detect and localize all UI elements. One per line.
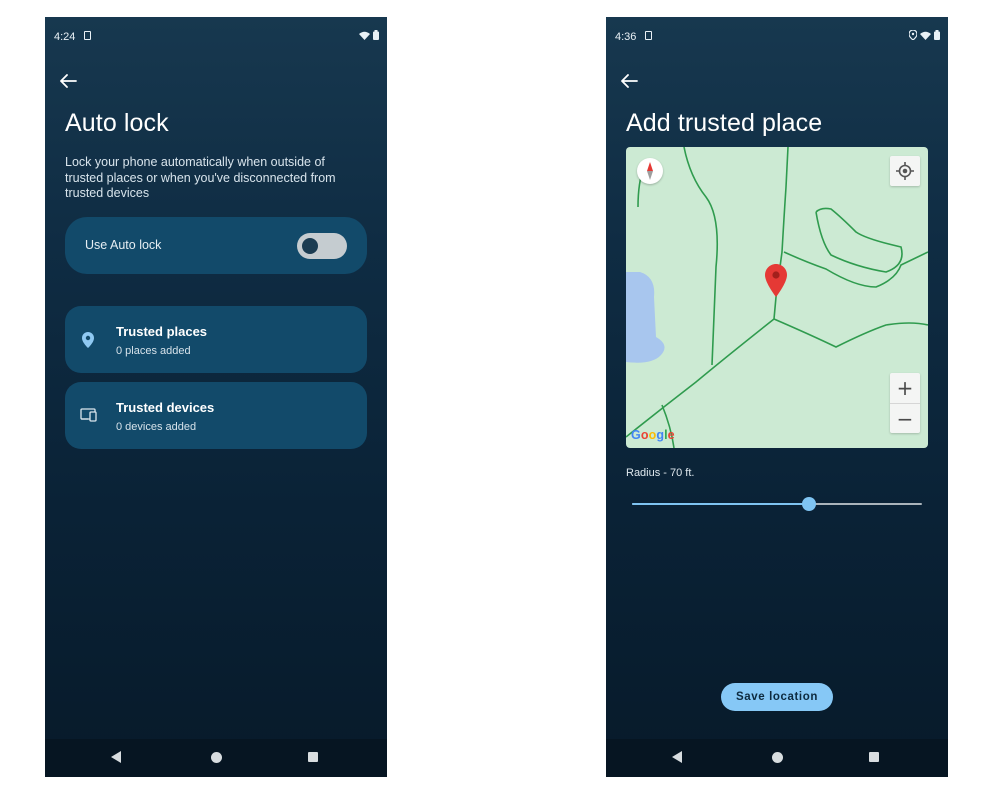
- status-bar: 4:24: [45, 27, 387, 47]
- radius-slider[interactable]: [632, 497, 922, 511]
- slider-fill: [632, 503, 809, 505]
- devices-icon: [80, 408, 97, 422]
- page-title: Add trusted place: [626, 109, 823, 137]
- map-view[interactable]: + − Google: [626, 147, 928, 448]
- location-status-icon: [909, 30, 917, 40]
- compass-icon[interactable]: [637, 158, 663, 184]
- nav-home-icon[interactable]: [211, 752, 222, 763]
- status-bar: 4:36: [606, 27, 948, 47]
- page-title: Auto lock: [65, 109, 169, 137]
- radius-label: Radius - 70 ft.: [626, 467, 695, 479]
- zoom-in-button[interactable]: +: [890, 373, 920, 403]
- nav-recents-icon[interactable]: [869, 752, 879, 762]
- nav-home-icon[interactable]: [772, 752, 783, 763]
- trusted-devices-card[interactable]: Trusted devices 0 devices added: [65, 382, 367, 449]
- sim-icon: [84, 31, 91, 40]
- trusted-devices-subtitle: 0 devices added: [116, 421, 197, 433]
- zoom-out-button[interactable]: −: [890, 403, 920, 434]
- status-time: 4:24: [54, 31, 76, 43]
- crosshair-icon: [896, 162, 914, 180]
- save-location-button[interactable]: Save location: [721, 683, 833, 711]
- compass-needle: [647, 162, 653, 180]
- battery-icon: [373, 30, 379, 40]
- status-icons: [359, 30, 379, 40]
- back-arrow-icon[interactable]: [59, 74, 77, 88]
- my-location-button[interactable]: [890, 156, 920, 186]
- status-icons: [909, 30, 940, 40]
- toggle-label: Use Auto lock: [85, 238, 162, 252]
- auto-lock-toggle-row[interactable]: Use Auto lock: [65, 217, 367, 274]
- navigation-bar: [45, 739, 387, 777]
- map-pin-icon[interactable]: [765, 264, 787, 297]
- navigation-bar: [606, 739, 948, 777]
- auto-lock-switch[interactable]: [297, 233, 347, 259]
- trusted-places-title: Trusted places: [116, 324, 208, 339]
- back-arrow-icon[interactable]: [620, 74, 638, 88]
- nav-back-icon[interactable]: [672, 751, 682, 763]
- page-description: Lock your phone automatically when outsi…: [65, 155, 336, 200]
- zoom-controls: + −: [890, 373, 920, 433]
- slider-thumb[interactable]: [801, 497, 816, 511]
- auto-lock-screen: 4:24 Auto lock Lock your phone automatic…: [45, 17, 387, 777]
- wifi-icon: [359, 31, 370, 40]
- location-pin-icon: [82, 332, 94, 348]
- sim-icon: [645, 31, 652, 40]
- nav-back-icon[interactable]: [111, 751, 121, 763]
- switch-knob: [302, 238, 318, 254]
- trusted-places-subtitle: 0 places added: [116, 345, 191, 357]
- battery-icon: [934, 30, 940, 40]
- map-roads: [626, 147, 928, 448]
- wifi-icon: [920, 31, 931, 40]
- trusted-devices-title: Trusted devices: [116, 400, 215, 415]
- nav-recents-icon[interactable]: [308, 752, 318, 762]
- status-time: 4:36: [615, 31, 637, 43]
- google-attribution: Google: [631, 428, 675, 442]
- add-trusted-place-screen: 4:36 Add trusted place + − Google Radius…: [606, 17, 948, 777]
- trusted-places-card[interactable]: Trusted places 0 places added: [65, 306, 367, 373]
